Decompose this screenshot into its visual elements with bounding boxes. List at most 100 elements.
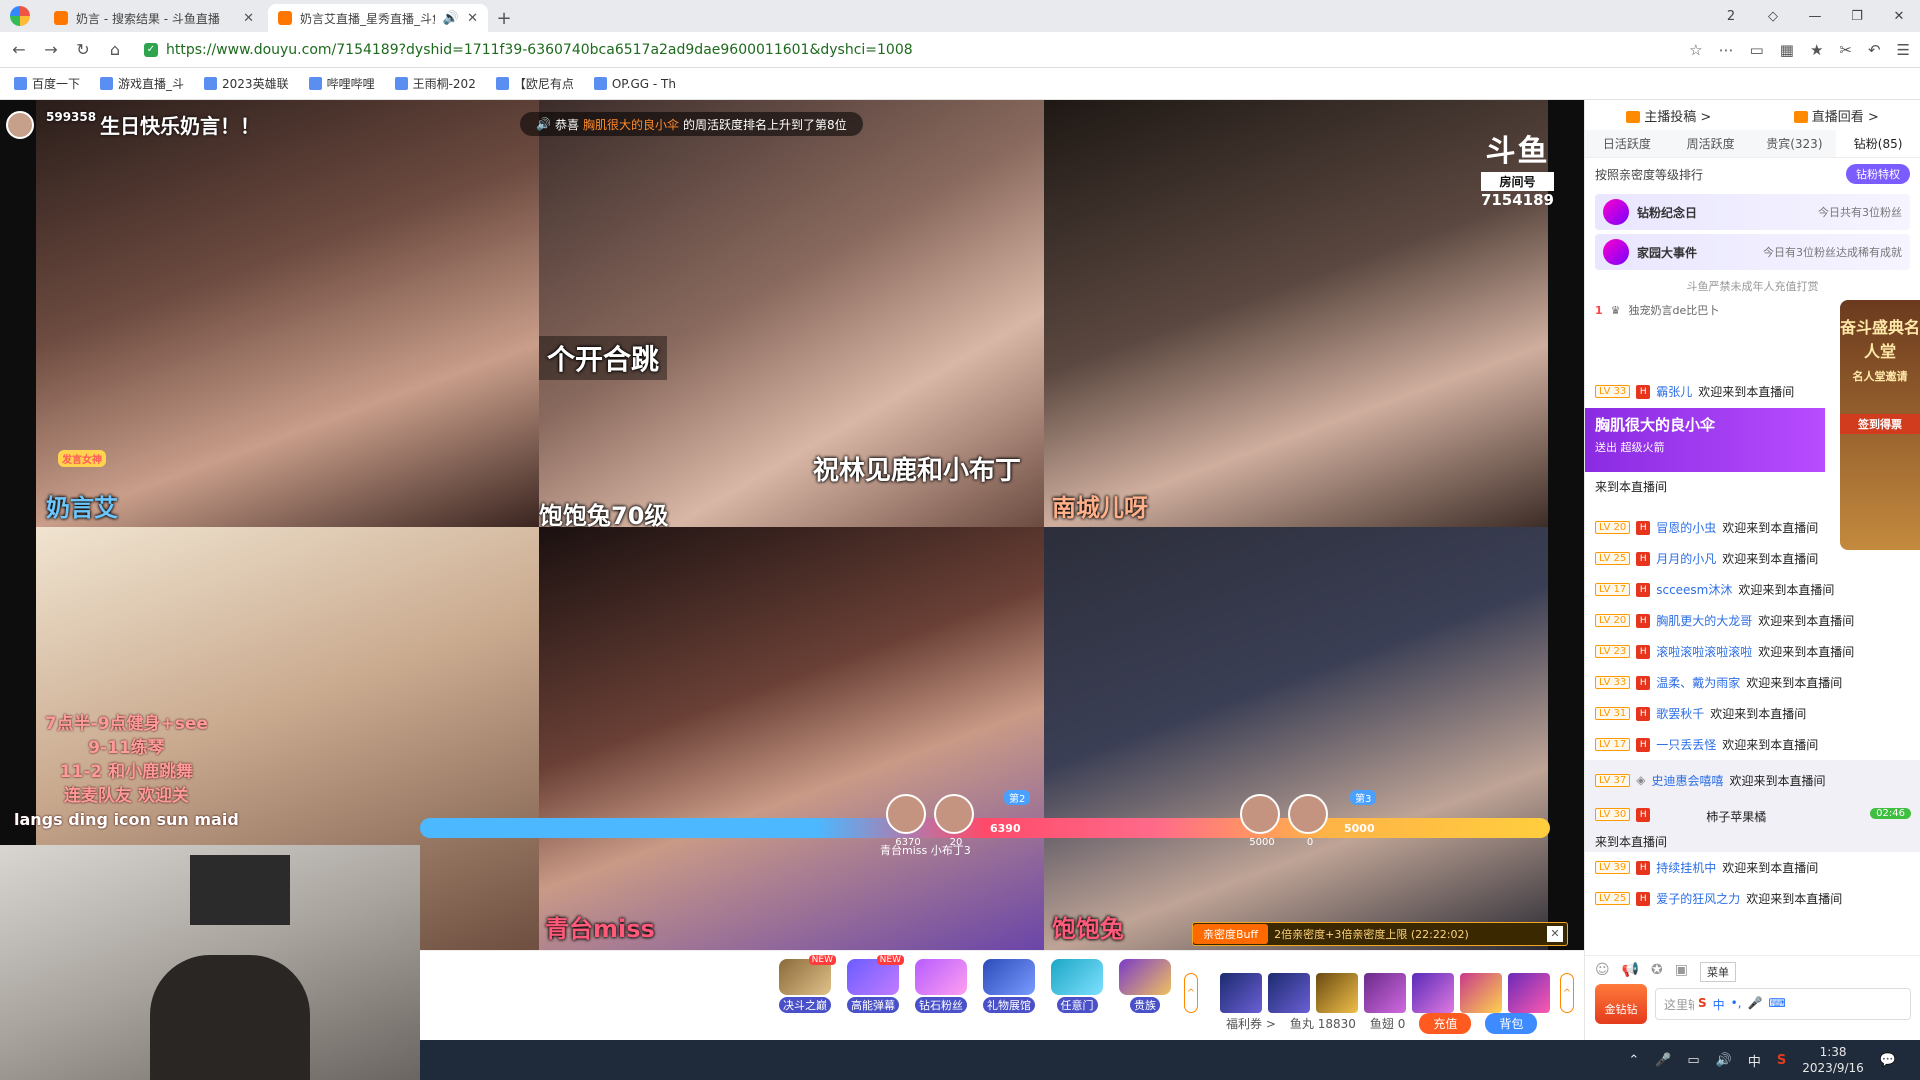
emoji-icon[interactable]: ☺ bbox=[1595, 962, 1610, 978]
backpack-button[interactable]: 背包 bbox=[1485, 1013, 1538, 1034]
reader-icon[interactable]: ▭ bbox=[1750, 41, 1764, 59]
anchor-posts-link[interactable]: 主播投稿 > bbox=[1626, 106, 1711, 125]
home-icon[interactable]: ⌂ bbox=[106, 40, 124, 59]
system-clock[interactable]: 1:38 2023/9/16 bbox=[1802, 1044, 1864, 1076]
gift-item[interactable]: 任意门 bbox=[1048, 959, 1106, 1013]
bookmark-item[interactable]: 百度一下 bbox=[14, 75, 80, 92]
bookmark-item[interactable]: 【欧尼有点 bbox=[495, 75, 574, 92]
pk-battle-bar: 6370 20 第2 6390 青台miss 小布丁3 5000 0 第3 50… bbox=[420, 790, 1550, 857]
welfare-coupon-link[interactable]: 福利券 > bbox=[1226, 1015, 1276, 1032]
network-icon[interactable]: ▭ bbox=[1687, 1053, 1699, 1068]
ime-mode-button[interactable]: 中 bbox=[1713, 996, 1725, 1013]
avatar[interactable] bbox=[6, 110, 34, 139]
apps-grid-icon[interactable]: ▦ bbox=[1780, 41, 1794, 59]
gift-item[interactable]: NEW 决斗之巅 bbox=[776, 955, 836, 1013]
notification-icon[interactable]: 💬 bbox=[1880, 1053, 1896, 1068]
close-tab-icon[interactable]: ✕ bbox=[243, 11, 254, 26]
gift-item[interactable]: 钻石粉丝 bbox=[912, 959, 970, 1013]
prop-item[interactable] bbox=[1316, 973, 1358, 1013]
new-tab-button[interactable]: + bbox=[488, 4, 520, 32]
skin-button[interactable]: ◇ bbox=[1752, 9, 1794, 24]
color-icon[interactable]: ▣ bbox=[1675, 962, 1688, 978]
treasure-timer: 02:46 bbox=[1870, 808, 1911, 819]
chevron-up-icon[interactable]: ⌃ bbox=[1628, 1053, 1639, 1068]
microphone-icon[interactable]: 🎤 bbox=[1655, 1053, 1671, 1068]
h-badge-icon: H bbox=[1636, 613, 1651, 628]
fish-fin-balance: 鱼翅 0 bbox=[1369, 1017, 1406, 1031]
gift-item[interactable]: 礼物展馆 bbox=[980, 959, 1038, 1013]
avatar[interactable]: 20 bbox=[934, 794, 974, 848]
star-icon[interactable]: ☆ bbox=[1689, 41, 1702, 59]
tab-weekly-activity[interactable]: 周活跃度 bbox=[1669, 130, 1753, 157]
menu-icon[interactable]: ☰ bbox=[1897, 41, 1910, 59]
gold-diamond-button[interactable]: 金钻钻 bbox=[1595, 984, 1647, 1024]
gift-item[interactable]: NEW 高能弹幕 bbox=[844, 955, 904, 1013]
scissors-icon[interactable]: ✂ bbox=[1839, 41, 1852, 59]
ime-toolbar: S 中 •, 🎤 ⌨ bbox=[1694, 994, 1790, 1015]
forward-icon[interactable]: → bbox=[42, 40, 60, 59]
avatar[interactable]: 6370 bbox=[886, 794, 926, 848]
h-badge-icon: H bbox=[1636, 644, 1651, 659]
tab-daily-activity[interactable]: 日活跃度 bbox=[1585, 130, 1669, 157]
avatar[interactable]: 5000 bbox=[1240, 794, 1280, 848]
prop-item[interactable] bbox=[1412, 973, 1454, 1013]
url-text[interactable]: https://www.douyu.com/7154189?dyshid=171… bbox=[166, 42, 913, 58]
prop-item[interactable] bbox=[1220, 973, 1262, 1013]
tab-vip[interactable]: 贵宾(323) bbox=[1753, 130, 1837, 157]
favorites-icon[interactable]: ★ bbox=[1810, 41, 1823, 59]
undo-icon[interactable]: ↶ bbox=[1868, 41, 1881, 59]
sound-icon[interactable]: 🔊 bbox=[443, 11, 459, 26]
back-icon[interactable]: ← bbox=[10, 40, 28, 59]
prop-item[interactable] bbox=[1268, 973, 1310, 1013]
restore-button[interactable]: ❐ bbox=[1836, 9, 1878, 24]
pk-rank-badge: 第2 bbox=[1004, 790, 1031, 805]
gift-item[interactable]: 贵族 bbox=[1116, 959, 1174, 1013]
ime-indicator[interactable]: 中 bbox=[1748, 1051, 1761, 1070]
ime-punct-button[interactable]: •, bbox=[1731, 996, 1742, 1013]
bookmark-item[interactable]: 王雨桐-202 bbox=[394, 75, 476, 92]
tab-search-results[interactable]: 奶言 - 搜索结果 - 斗鱼直播 ✕ bbox=[44, 4, 264, 32]
intimacy-buff-banner: 亲密度Buff 2倍亲密度+3倍亲密度上限 (22:22:02) ✕ bbox=[1192, 922, 1568, 946]
chat-message: LV 17 H 一只丢丢怪 欢迎来到本直播间 bbox=[1585, 729, 1920, 760]
address-bar[interactable]: ✓ https://www.douyu.com/7154189?dyshid=1… bbox=[138, 36, 1675, 64]
minimize-button[interactable]: — bbox=[1794, 9, 1836, 24]
keyboard-icon[interactable]: ⌨ bbox=[1769, 996, 1786, 1013]
privilege-button[interactable]: 钻粉特权 bbox=[1846, 164, 1910, 184]
close-tab-icon[interactable]: ✕ bbox=[467, 11, 478, 26]
prop-item[interactable] bbox=[1364, 973, 1406, 1013]
window-controls: 2 ◇ — ❐ ✕ bbox=[1710, 0, 1920, 32]
bookmark-item[interactable]: 游戏直播_斗 bbox=[100, 75, 184, 92]
tab-count-button[interactable]: 2 bbox=[1710, 9, 1752, 24]
bookmark-item[interactable]: 哔哩哔哩 bbox=[308, 75, 375, 92]
prop-item[interactable] bbox=[1460, 973, 1502, 1013]
recharge-button[interactable]: 充值 bbox=[1419, 1013, 1472, 1034]
horn-icon[interactable]: 📢 bbox=[1622, 962, 1639, 978]
bookmark-item[interactable]: OP.GG - Th bbox=[593, 77, 676, 91]
sogou-icon[interactable]: S bbox=[1777, 1053, 1786, 1068]
tab-live-room[interactable]: 奶言艾直播_星秀直播_斗鱼 🔊 ✕ bbox=[268, 4, 488, 32]
mic-icon[interactable]: 🎤 bbox=[1748, 996, 1763, 1013]
close-icon[interactable]: ✕ bbox=[1547, 926, 1563, 942]
home-event-banner[interactable]: 家园大事件 今日有3位粉丝达成稀有成就 bbox=[1595, 234, 1910, 270]
more-icon[interactable]: ⋯ bbox=[1719, 41, 1734, 59]
rank-header: 按照亲密度等级排行 钻粉特权 bbox=[1585, 158, 1920, 190]
gift-list: NEW 决斗之巅 NEW 高能弹幕 钻石粉丝 礼物展馆 任意门 贵族 ^ ^ bbox=[776, 955, 1574, 1013]
close-window-button[interactable]: ✕ bbox=[1878, 9, 1920, 24]
replay-link[interactable]: 直播回看 > bbox=[1793, 106, 1879, 125]
ime-sogou-icon[interactable]: S bbox=[1698, 996, 1707, 1013]
badge-icon[interactable]: ✪ bbox=[1651, 962, 1663, 978]
shield-icon bbox=[204, 77, 218, 90]
volume-icon[interactable]: 🔊 bbox=[1716, 1053, 1732, 1068]
tab-diamond-fans[interactable]: 钻粉(85) bbox=[1836, 130, 1920, 157]
expand-props-button[interactable]: ^ bbox=[1560, 973, 1574, 1013]
stream-cell-2: 个开合跳 祝林见鹿和小布丁 饱饱兔70级 bbox=[539, 100, 1044, 527]
reload-icon[interactable]: ↻ bbox=[74, 40, 92, 59]
anniversary-banner[interactable]: 钻粉纪念日 今日共有3位粉丝 bbox=[1595, 194, 1910, 230]
expand-gifts-button[interactable]: ^ bbox=[1184, 973, 1198, 1013]
avatar[interactable]: 0 bbox=[1288, 794, 1328, 848]
prop-item[interactable] bbox=[1508, 973, 1550, 1013]
h-badge-icon: H bbox=[1636, 551, 1651, 566]
notice-username[interactable]: 胸肌很大的良小伞 bbox=[583, 116, 679, 133]
bookmark-item[interactable]: 2023英雄联 bbox=[204, 75, 289, 92]
sign-in-button[interactable]: 签到得票 bbox=[1840, 414, 1920, 434]
